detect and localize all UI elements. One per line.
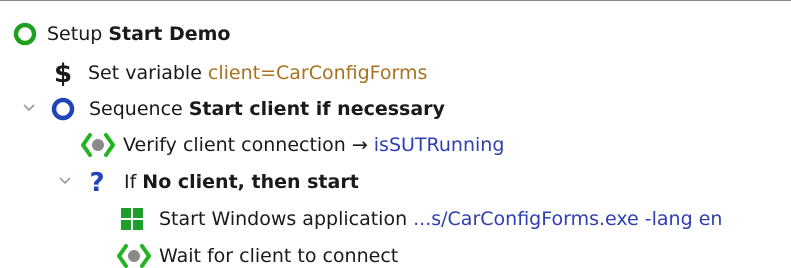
- tree-node-sequence[interactable]: Sequence Start client if necessary: [0, 90, 791, 127]
- test-suite-tree: Setup Start Demo $ Set variable client=C…: [0, 0, 791, 268]
- question-mark-icon: ?: [86, 168, 108, 196]
- svg-text:?: ?: [89, 168, 104, 196]
- node-type-label: If: [124, 170, 137, 193]
- node-type-label: Wait for client to connect: [159, 244, 399, 267]
- tree-node-setup[interactable]: Setup Start Demo: [0, 15, 791, 52]
- tree-node-wait-for-client[interactable]: Wait for client to connect: [0, 237, 791, 268]
- tree-node-set-variable[interactable]: $ Set variable client=CarConfigForms: [0, 54, 791, 91]
- tree-node-start-windows-app[interactable]: Start Windows application ...s/CarConfig…: [0, 200, 791, 237]
- node-name: No client, then start: [142, 170, 359, 193]
- tree-node-verify-connection[interactable]: Verify client connection → isSUTRunning: [0, 126, 791, 163]
- node-type-label: Set variable: [88, 61, 202, 84]
- setup-circle-icon: [12, 21, 38, 47]
- windows-app-icon: [119, 206, 145, 232]
- dollar-icon: $: [52, 59, 74, 87]
- tree-node-if[interactable]: ? If No client, then start: [0, 163, 791, 200]
- node-type-label: Verify client connection: [123, 133, 346, 156]
- result-arrow: →: [351, 133, 368, 156]
- node-type-label: Start Windows application: [159, 207, 408, 230]
- result-variable: isSUTRunning: [373, 133, 505, 156]
- verify-connection-icon: [80, 132, 116, 158]
- application-command: ...s/CarConfigForms.exe -lang en: [413, 207, 723, 230]
- collapse-chevron-icon[interactable]: [57, 173, 73, 189]
- node-name: Start Demo: [108, 22, 231, 45]
- node-type-label: Sequence: [89, 97, 183, 120]
- variable-assignment: client=CarConfigForms: [207, 61, 428, 84]
- node-type-label: Setup: [47, 22, 103, 45]
- sequence-circle-icon: [50, 96, 76, 122]
- svg-text:$: $: [54, 59, 72, 87]
- wait-connection-icon: [116, 243, 152, 268]
- collapse-chevron-icon[interactable]: [21, 100, 37, 116]
- node-name: Start client if necessary: [188, 97, 445, 120]
